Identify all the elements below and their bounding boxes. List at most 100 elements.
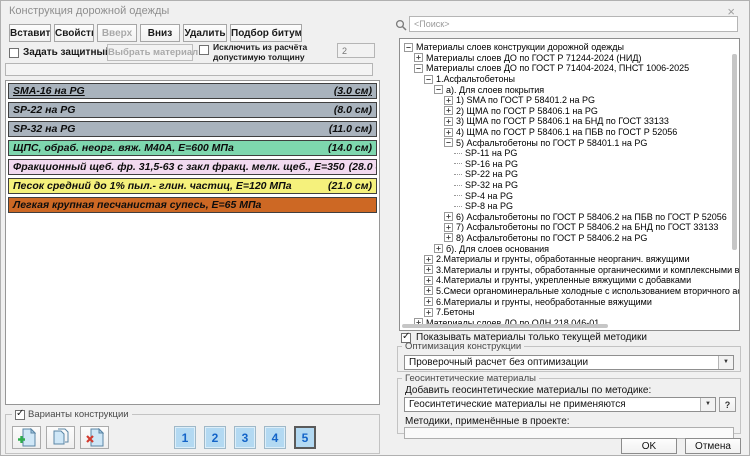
- wear-thickness-input[interactable]: [337, 43, 375, 58]
- geosynthetics-combobox[interactable]: Геосинтетические материалы не применяютс…: [404, 397, 716, 412]
- pavement-layer-row[interactable]: ЩПС, обраб. неорг. вяж. М40А, Е=600 МПа …: [8, 140, 377, 156]
- tree-item[interactable]: − 5) Асфальтобетоны по ГОСТ Р 58401.1 на…: [402, 137, 739, 148]
- pavement-layer-row[interactable]: Фракционный щеб. фр. 31,5-63 с закл фрак…: [8, 159, 377, 175]
- expand-toggle-icon[interactable]: +: [424, 276, 433, 285]
- tree-item[interactable]: + 4) ЩМА по ГОСТ Р 58406.1 на ПБВ по ГОС…: [402, 127, 739, 138]
- variant-number-buttons: 12345: [174, 426, 316, 449]
- tree-item[interactable]: + 4.Материалы и грунты, укрепленные вяжу…: [402, 275, 739, 286]
- tree-item[interactable]: − а). Для слоев покрытия: [402, 84, 739, 95]
- layer-thickness: (3.0 см): [334, 85, 372, 97]
- protect-layer-checkbox-box[interactable]: [9, 48, 19, 58]
- expand-toggle-icon[interactable]: +: [444, 223, 453, 232]
- variants-checkbox[interactable]: [15, 410, 25, 420]
- tree-item[interactable]: − Материалы слоев конструкции дорожной о…: [402, 42, 739, 53]
- tree-item[interactable]: SP-4 на PG: [402, 190, 739, 201]
- tree-item-label: 6) Асфальтобетоны по ГОСТ Р 58406.2 на П…: [456, 212, 727, 222]
- optimization-group-label: Оптимизация конструкции: [402, 341, 524, 352]
- geosynthetics-add-label: Добавить геосинтетические материалы по м…: [405, 385, 651, 396]
- tree-item[interactable]: SP-11 на PG: [402, 148, 739, 159]
- copy-variant-button[interactable]: [46, 426, 75, 449]
- expand-toggle-icon[interactable]: +: [444, 233, 453, 242]
- pavement-layer-row[interactable]: Песок средний до 1% пыл.- глин. частиц, …: [8, 178, 377, 194]
- layer-thickness: (14.0 см): [328, 142, 372, 154]
- chevron-down-icon[interactable]: ▼: [700, 398, 715, 411]
- toolbar-button[interactable]: Свойства: [54, 24, 94, 42]
- expand-toggle-icon[interactable]: −: [444, 138, 453, 147]
- pavement-layer-row[interactable]: SP-22 на PG (8.0 см): [8, 102, 377, 118]
- expand-toggle-icon[interactable]: −: [404, 43, 413, 52]
- variant-number-button[interactable]: 4: [264, 426, 286, 449]
- tree-item[interactable]: + 8) Асфальтобетоны по ГОСТ Р 58406.2 на…: [402, 233, 739, 244]
- tree-item[interactable]: SP-8 на PG: [402, 201, 739, 212]
- tree-item-label: 1.Асфальтобетоны: [436, 74, 515, 84]
- tree-item[interactable]: + 6.Материалы и грунты, необработанные в…: [402, 296, 739, 307]
- variant-number-button[interactable]: 5: [294, 426, 316, 449]
- tree-vertical-scrollbar[interactable]: [732, 54, 737, 250]
- expand-toggle-icon[interactable]: −: [414, 64, 423, 73]
- delete-variant-button[interactable]: [80, 426, 109, 449]
- tree-item[interactable]: + 2.Материалы и грунты, обработанные нео…: [402, 254, 739, 265]
- expand-toggle-icon[interactable]: +: [444, 117, 453, 126]
- tree-item[interactable]: + б). Для слоев основания: [402, 243, 739, 254]
- cancel-button[interactable]: Отмена: [685, 438, 741, 454]
- toolbar-button[interactable]: Удалить: [183, 24, 227, 42]
- tree-item[interactable]: + 7) Асфальтобетоны по ГОСТ Р 58406.2 на…: [402, 222, 739, 233]
- tree-item[interactable]: SP-22 на PG: [402, 169, 739, 180]
- pavement-layer-row[interactable]: Легкая крупная песчанистая супесь, Е=65 …: [8, 197, 377, 213]
- variants-label: Варианты конструкции: [28, 409, 129, 420]
- exclude-wear-checkbox-box[interactable]: [199, 45, 209, 55]
- tree-item-label: 5) Асфальтобетоны по ГОСТ Р 58401.1 на P…: [456, 138, 647, 148]
- expand-toggle-icon[interactable]: +: [424, 308, 433, 317]
- chevron-down-icon[interactable]: ▼: [718, 356, 733, 369]
- tree-item[interactable]: + 5.Смеси органоминеральные холодные с и…: [402, 286, 739, 297]
- search-input[interactable]: [409, 16, 738, 32]
- expand-toggle-icon[interactable]: +: [434, 244, 443, 253]
- help-button[interactable]: ?: [719, 397, 736, 412]
- protective-layer-material-field[interactable]: [5, 63, 373, 76]
- tree-horizontal-scrollbar[interactable]: [402, 324, 608, 328]
- expand-toggle-icon[interactable]: +: [444, 106, 453, 115]
- tree-item-label: 5.Смеси органоминеральные холодные с исп…: [436, 286, 739, 296]
- expand-toggle-icon[interactable]: −: [434, 85, 443, 94]
- geosynthetics-group-label: Геосинтетические материалы: [402, 373, 539, 384]
- tree-item[interactable]: + 2) ЩМА по ГОСТ Р 58406.1 на PG: [402, 106, 739, 117]
- expand-toggle-icon[interactable]: +: [424, 255, 433, 264]
- variant-number-button[interactable]: 2: [204, 426, 226, 449]
- expand-toggle-icon[interactable]: +: [444, 128, 453, 137]
- tree-item[interactable]: + Материалы слоев ДО по ГОСТ Р 71244-202…: [402, 53, 739, 64]
- add-variant-button[interactable]: [12, 426, 41, 449]
- layer-name: SMA-16 на PG: [13, 85, 85, 97]
- layer-thickness: (21.0 см): [328, 180, 372, 192]
- tree-item[interactable]: − 1.Асфальтобетоны: [402, 74, 739, 85]
- ok-button[interactable]: OK: [621, 438, 677, 454]
- toolbar-button[interactable]: Подбор битума PG: [230, 24, 302, 42]
- tree-item[interactable]: + 3.Материалы и грунты, обработанные орг…: [402, 264, 739, 275]
- variant-number-button[interactable]: 3: [234, 426, 256, 449]
- variant-number-button[interactable]: 1: [174, 426, 196, 449]
- expand-toggle-icon[interactable]: +: [414, 53, 423, 62]
- layer-thickness: (28.0 см): [349, 161, 377, 173]
- tree-item[interactable]: + 3) ЩМА по ГОСТ Р 58406.1 на БНД по ГОС…: [402, 116, 739, 127]
- tree-item[interactable]: + 1) SMA по ГОСТ Р 58401.2 на PG: [402, 95, 739, 106]
- tree-item[interactable]: SP-16 на PG: [402, 159, 739, 170]
- optimization-combobox[interactable]: Проверочный расчет без оптимизации ▼: [404, 355, 734, 370]
- toolbar-button[interactable]: Вставить: [9, 24, 51, 42]
- expand-toggle-icon[interactable]: +: [424, 265, 433, 274]
- expand-toggle-icon[interactable]: +: [444, 96, 453, 105]
- tree-connector: [454, 174, 462, 175]
- pavement-layer-row[interactable]: SMA-16 на PG (3.0 см): [8, 83, 377, 99]
- toolbar-button[interactable]: Вверх: [97, 24, 137, 42]
- expand-toggle-icon[interactable]: +: [424, 286, 433, 295]
- tree-item[interactable]: + 6) Асфальтобетоны по ГОСТ Р 58406.2 на…: [402, 212, 739, 223]
- tree-item-label: 6.Материалы и грунты, необработанные вяж…: [436, 297, 652, 307]
- tree-item-label: 1) SMA по ГОСТ Р 58401.2 на PG: [456, 95, 595, 105]
- methods-in-project-label: Методики, применённые в проекте:: [405, 416, 570, 427]
- expand-toggle-icon[interactable]: −: [424, 75, 433, 84]
- pavement-layer-row[interactable]: SP-32 на PG (11.0 см): [8, 121, 377, 137]
- tree-item[interactable]: + 7.Бетоны: [402, 307, 739, 318]
- toolbar-button[interactable]: Вниз: [140, 24, 180, 42]
- tree-item[interactable]: − Материалы слоев ДО по ГОСТ Р 71404-202…: [402, 63, 739, 74]
- tree-item[interactable]: SP-32 на PG: [402, 180, 739, 191]
- expand-toggle-icon[interactable]: +: [444, 212, 453, 221]
- expand-toggle-icon[interactable]: +: [424, 297, 433, 306]
